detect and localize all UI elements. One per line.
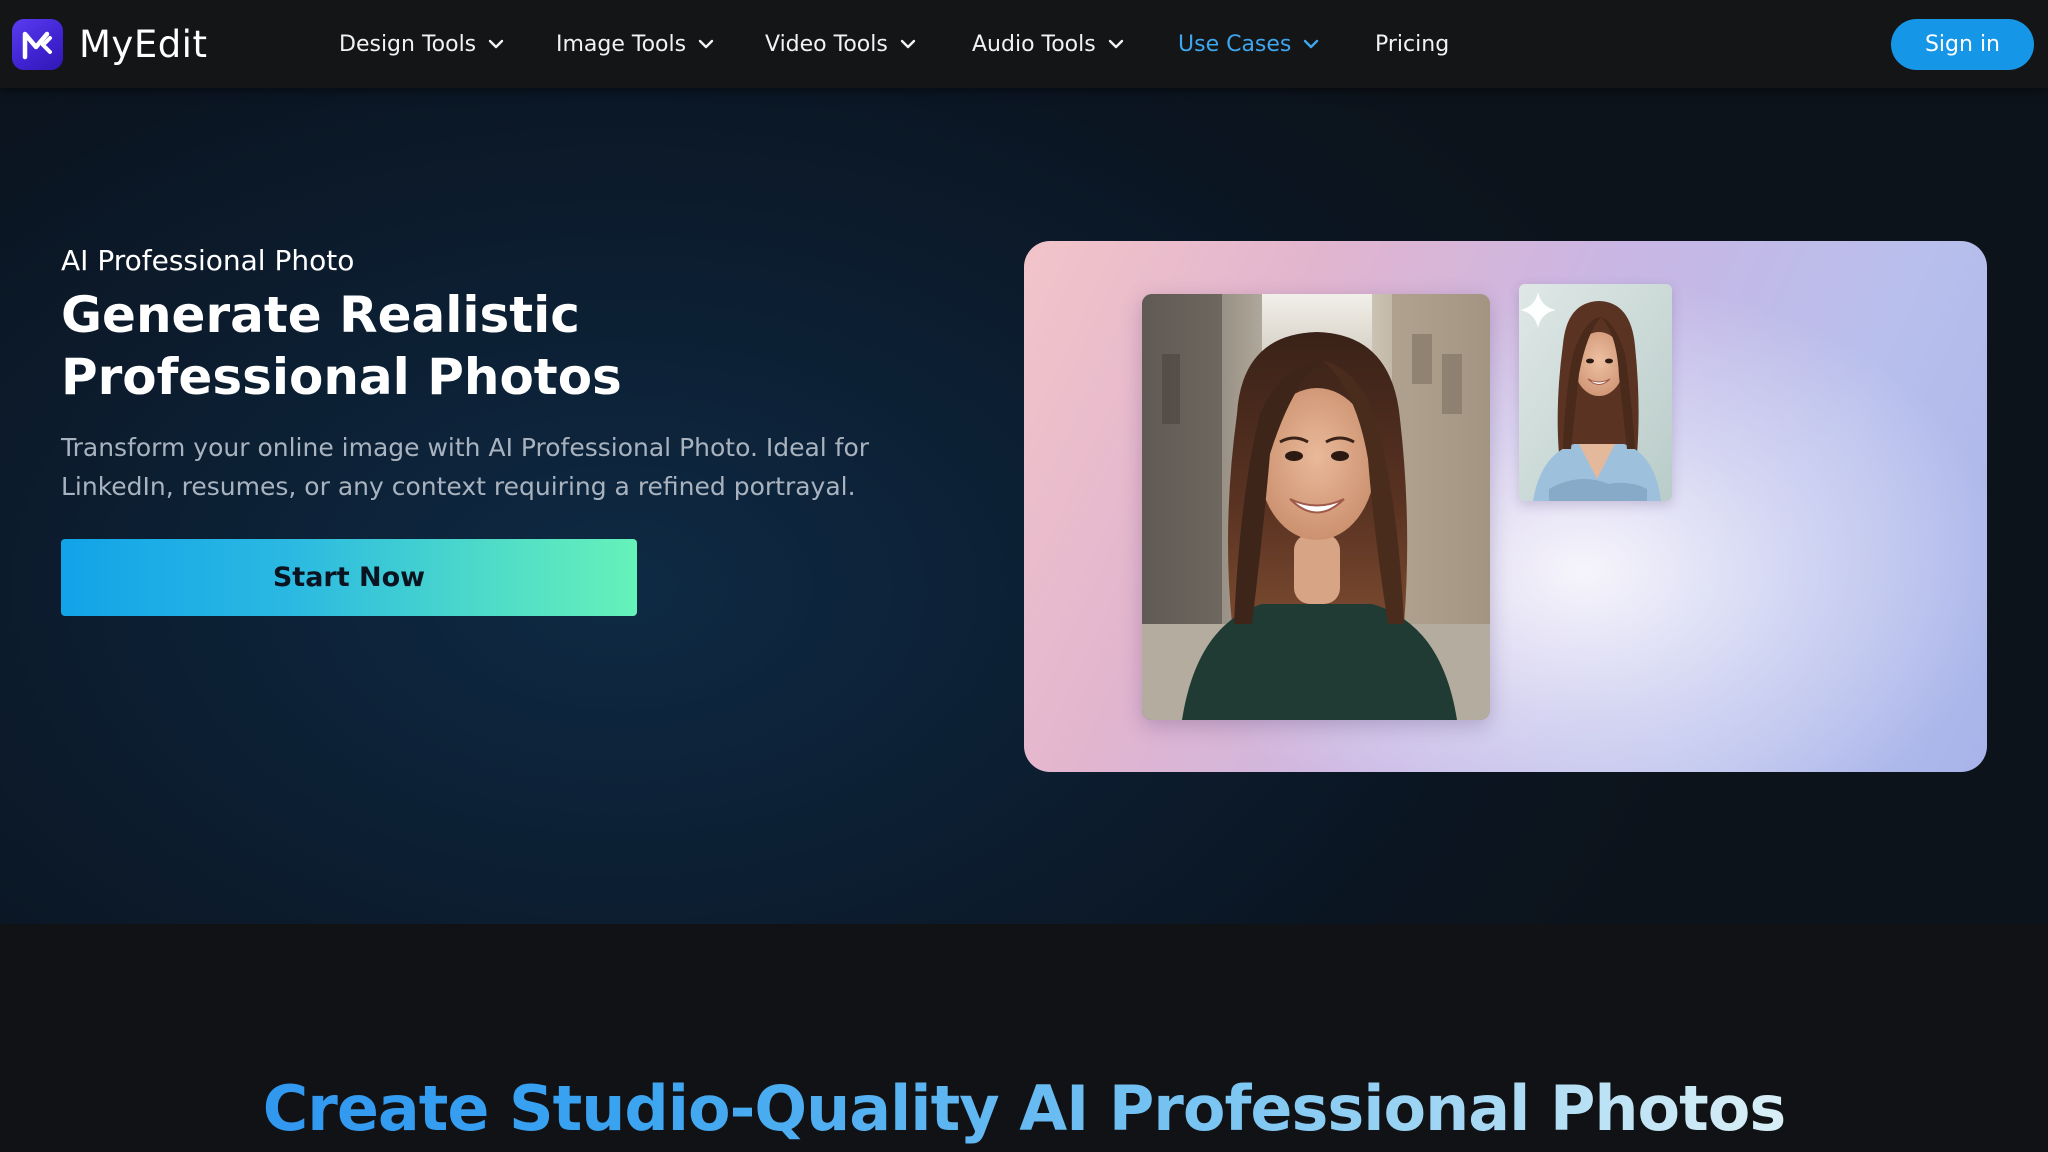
hero-description: Transform your online image with AI Prof… — [61, 433, 870, 501]
nav-label: Image Tools — [556, 31, 687, 57]
hero-showcase-image — [1024, 241, 1987, 772]
chevron-down-icon — [488, 39, 504, 49]
nav-design-tools[interactable]: Design Tools — [339, 26, 504, 62]
nav-label: Pricing — [1375, 31, 1450, 57]
nav-image-tools[interactable]: Image Tools — [556, 26, 714, 62]
features-section: Create Studio-Quality AI Professional Ph… — [0, 924, 2048, 1152]
top-navigation: MyEdit Design Tools Image Tools Video To… — [0, 0, 2048, 88]
sign-in-button[interactable]: Sign in — [1891, 19, 2034, 70]
nav-audio-tools[interactable]: Audio Tools — [972, 26, 1124, 62]
nav-label: Use Cases — [1178, 31, 1292, 57]
nav-label: Video Tools — [765, 31, 888, 57]
chevron-down-icon — [900, 39, 916, 49]
brand-logo-link[interactable]: MyEdit — [12, 19, 207, 70]
hero-title: Generate Realistic Professional Photos — [61, 286, 622, 406]
hero-eyebrow: AI Professional Photo — [61, 244, 355, 277]
brand-name: MyEdit — [79, 23, 208, 66]
nav-pricing[interactable]: Pricing — [1375, 26, 1449, 62]
chevron-down-icon — [698, 39, 714, 49]
sparkle-icon — [1520, 292, 1556, 328]
section-title: Create Studio-Quality AI Professional Ph… — [0, 1072, 2048, 1145]
chevron-down-icon — [1304, 39, 1319, 49]
nav-label: Design Tools — [339, 31, 477, 57]
nav-video-tools[interactable]: Video Tools — [765, 26, 916, 62]
nav-use-cases[interactable]: Use Cases — [1178, 26, 1319, 62]
chevron-down-icon — [1108, 39, 1123, 49]
start-now-button[interactable]: Start Now — [61, 539, 637, 616]
nav-label: Audio Tools — [972, 31, 1096, 57]
portrait-photo-original — [1142, 294, 1490, 720]
myedit-logo-icon — [12, 19, 63, 70]
hero-section: AI Professional Photo Generate Realistic… — [0, 88, 2048, 924]
